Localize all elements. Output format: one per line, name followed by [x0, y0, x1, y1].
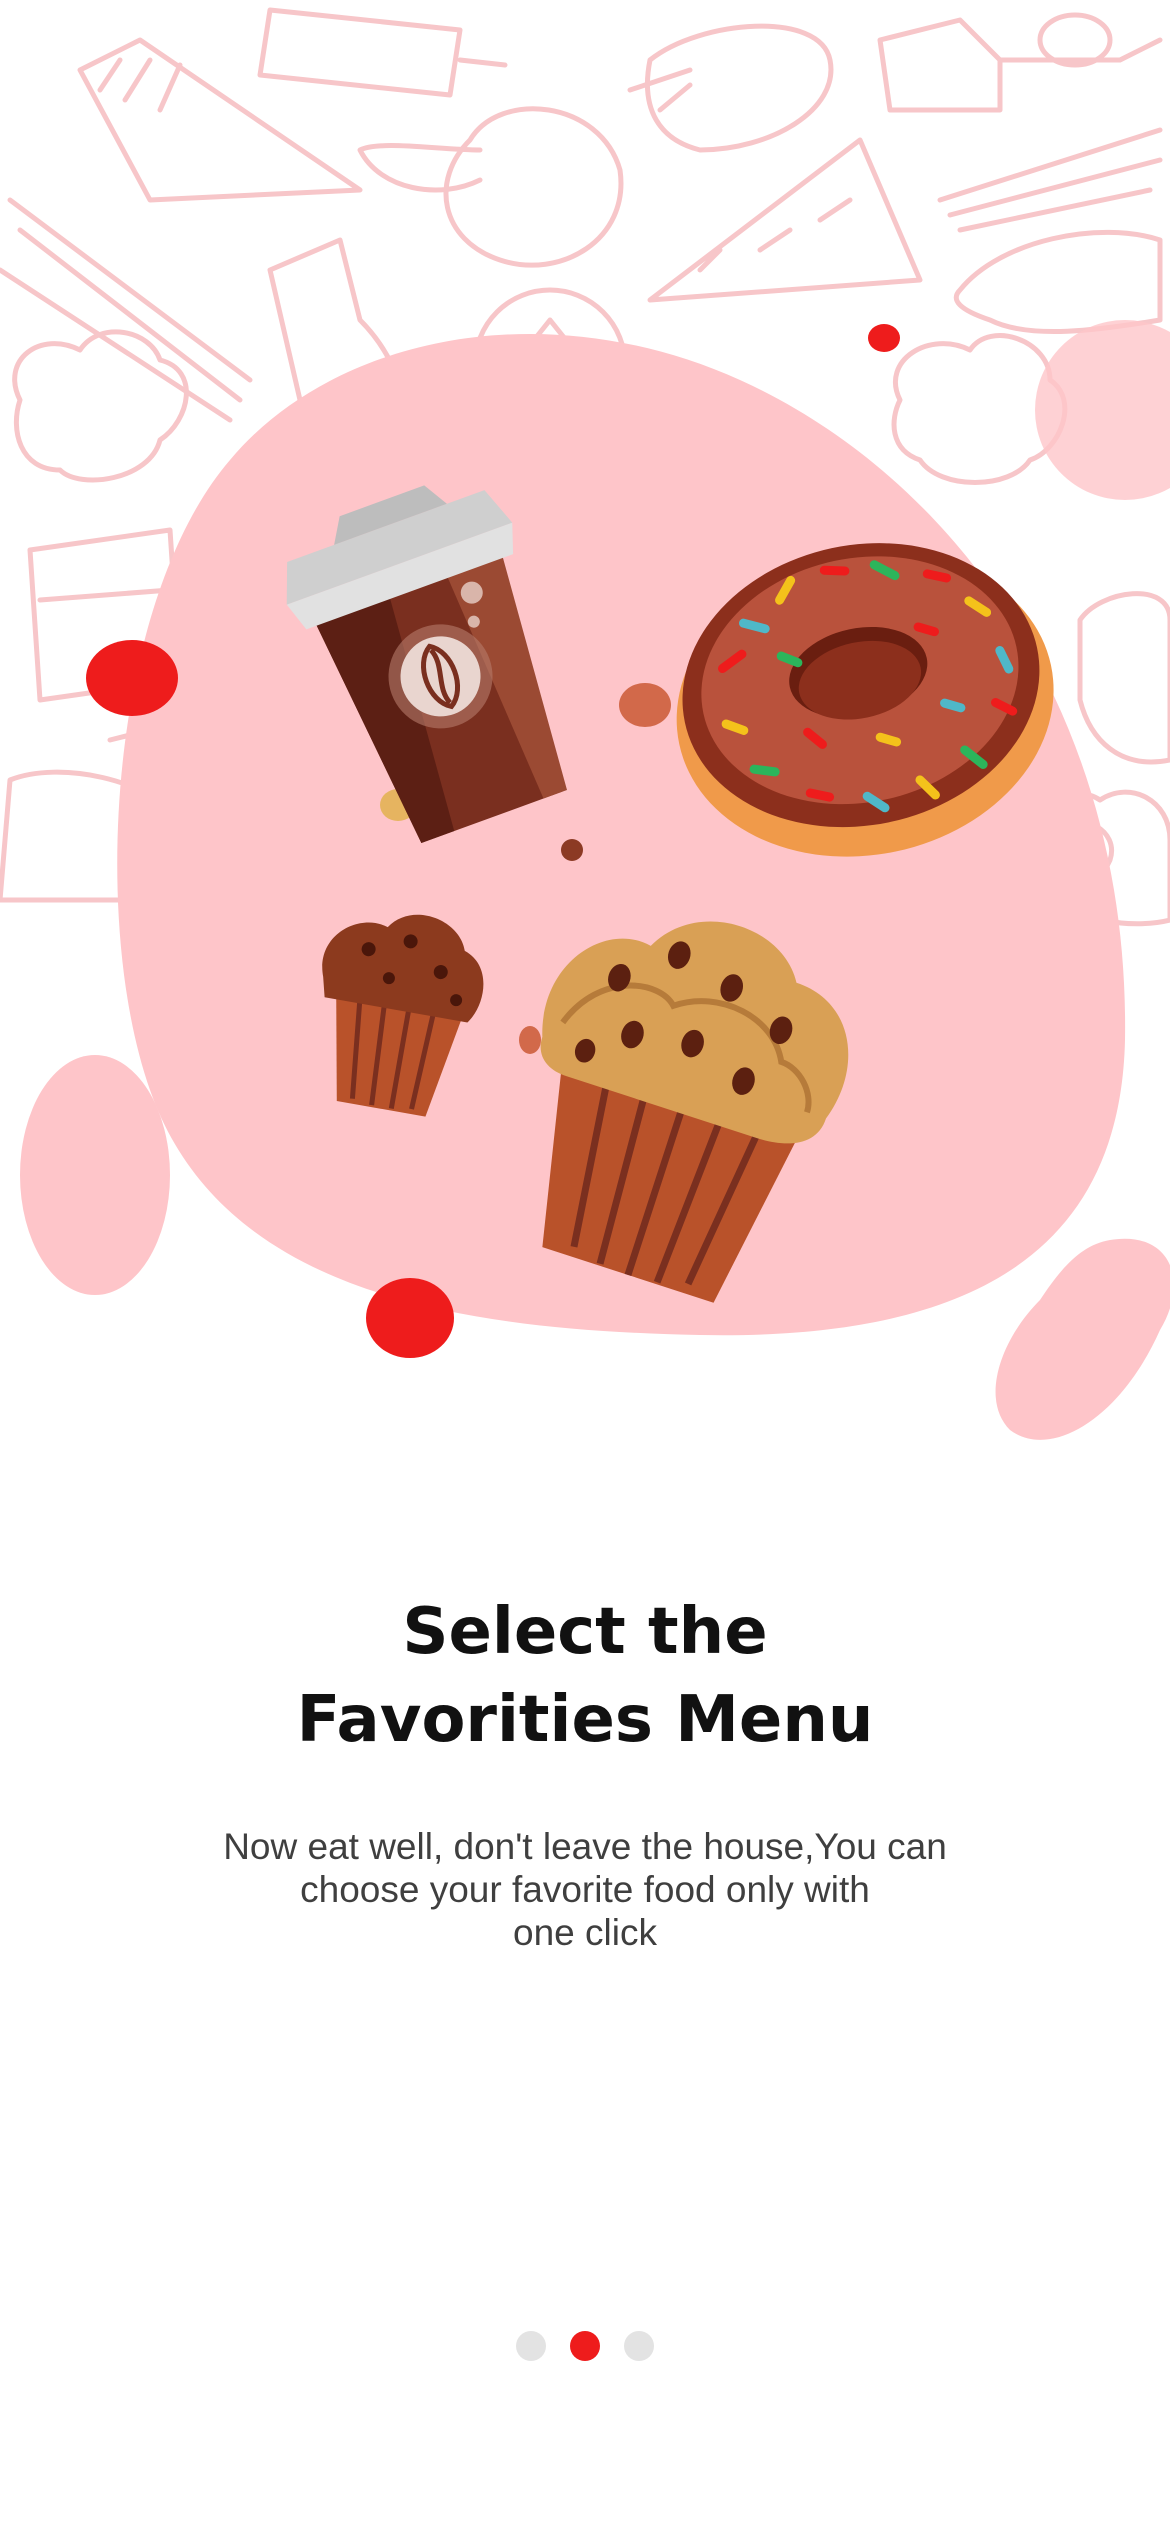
page-indicator [0, 2331, 1170, 2361]
page-dot-2-active[interactable] [570, 2331, 600, 2361]
page-title-line1: Select the [402, 1595, 768, 1669]
pizza-doodle [647, 137, 923, 303]
asparagus-doodle [937, 127, 1163, 233]
crumb [619, 683, 671, 727]
crumb [561, 839, 583, 861]
fries-doodle [77, 37, 363, 203]
hero-illustration [0, 0, 1170, 1480]
pink-blob-small-left [20, 1055, 170, 1295]
strawberry-doodle [627, 23, 834, 153]
cauliflower-doodle [12, 329, 189, 483]
page-dot-1[interactable] [516, 2331, 546, 2361]
description-line1: Now eat well, don't leave the house,You … [223, 1826, 947, 1867]
popsicle-doodle [257, 7, 508, 98]
description-line2: choose your favorite food only with [300, 1869, 870, 1910]
apple-doodle [357, 106, 624, 268]
pink-blob-small-right [995, 1238, 1170, 1440]
red-dot-top [868, 324, 900, 352]
crumb [519, 1026, 541, 1054]
chicken-leg-doodle [953, 229, 1163, 335]
red-dot-left [86, 640, 178, 716]
onboarding-screen: Select the Favorities Menu Now eat well,… [0, 0, 1170, 2532]
bottle-doodle [877, 17, 1163, 113]
description-line3: one click [513, 1912, 657, 1953]
page-dot-3[interactable] [624, 2331, 654, 2361]
pink-blob-corner [1035, 320, 1170, 500]
burger-doodle [1077, 591, 1170, 765]
asparagus-left-doodle [0, 197, 253, 423]
red-dot-bottom [366, 1278, 454, 1358]
page-title-line2: Favorities Menu [296, 1683, 874, 1757]
